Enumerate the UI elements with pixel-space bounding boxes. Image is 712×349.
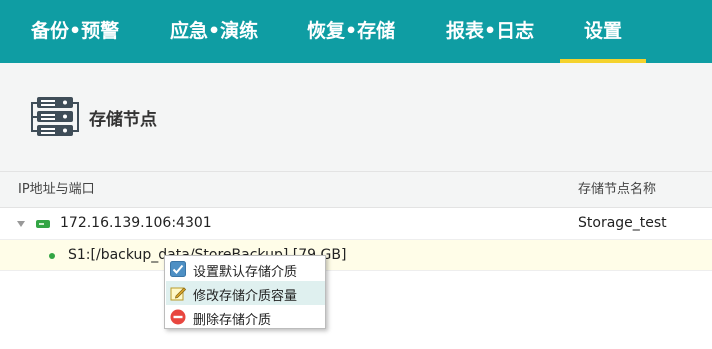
menu-item-modify-capacity[interactable]: 修改存储介质容量 xyxy=(166,281,325,305)
column-header-address[interactable]: IP地址与端口 xyxy=(18,172,95,207)
edit-icon xyxy=(170,287,186,301)
nav-tab-restore-storage[interactable]: 恢复•存储 xyxy=(307,0,395,63)
menu-item-label: 修改存储介质容量 xyxy=(193,289,298,304)
context-menu: 设置默认存储介质 修改存储介质容量 删除存储介质 xyxy=(164,255,326,329)
nav-tab-settings[interactable]: 设置 xyxy=(584,0,622,63)
page-title: 存储节点 xyxy=(89,110,157,130)
table-header: IP地址与端口 存储节点名称 xyxy=(0,171,712,208)
table-row-storage-node[interactable]: 172.16.139.106:4301 Storage_test xyxy=(0,208,712,240)
checkbox-checked-icon xyxy=(170,261,186,277)
delete-minus-icon xyxy=(170,309,186,325)
table-row-storage-medium[interactable]: S1:[/backup_data/StoreBackup] [79 GB] xyxy=(0,240,712,271)
status-dot-icon xyxy=(49,253,55,259)
collapse-arrow-icon[interactable] xyxy=(17,221,25,227)
node-address: 172.16.139.106:4301 xyxy=(60,215,212,231)
nav-tab-emergency-drill[interactable]: 应急•演练 xyxy=(170,0,258,63)
menu-item-set-default-medium[interactable]: 设置默认存储介质 xyxy=(166,257,325,281)
top-nav: 备份•预警 应急•演练 恢复•存储 报表•日志 设置 xyxy=(0,0,712,63)
menu-item-label: 删除存储介质 xyxy=(193,313,272,328)
node-name: Storage_test xyxy=(578,215,667,231)
storage-node-icon xyxy=(36,220,50,228)
nav-tab-backup-alert[interactable]: 备份•预警 xyxy=(31,0,119,63)
column-header-node-name[interactable]: 存储节点名称 xyxy=(578,172,656,207)
nav-tab-reports-logs[interactable]: 报表•日志 xyxy=(446,0,534,63)
menu-item-label: 设置默认存储介质 xyxy=(193,265,298,280)
table-body-empty-area xyxy=(0,271,712,349)
menu-item-delete-medium[interactable]: 删除存储介质 xyxy=(166,305,325,329)
server-rack-icon xyxy=(31,97,79,136)
